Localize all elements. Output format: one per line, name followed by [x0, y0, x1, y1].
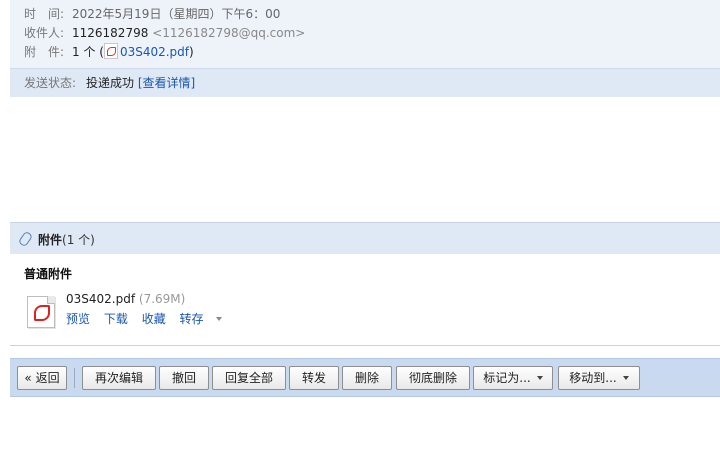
- preview-link[interactable]: 预览: [66, 312, 90, 326]
- time-label: 时 间:: [24, 7, 65, 21]
- attachments-title-text: 附件: [38, 233, 63, 247]
- reply-all-button[interactable]: 回复全部: [212, 366, 286, 390]
- attachments-title: 附件(1 个): [38, 231, 95, 248]
- status-label: 发送状态:: [24, 76, 77, 90]
- attachment-file-size: (7.69M): [138, 292, 186, 306]
- send-status-bar: 发送状态: 投递成功 [查看详情]: [10, 68, 720, 98]
- attachment-file-link[interactable]: 03S402.pdf: [120, 45, 189, 59]
- move-to-label: 移动到...: [569, 371, 617, 385]
- chevron-down-icon: [215, 317, 222, 321]
- time-value: 2022年5月19日（星期四）下午6：00: [72, 7, 281, 21]
- chevron-down-icon: [536, 376, 543, 380]
- favorite-link[interactable]: 收藏: [142, 312, 166, 326]
- time-row: 时 间: 2022年5月19日（星期四）下午6：00: [24, 5, 280, 23]
- mail-body: [10, 97, 720, 221]
- delete-button[interactable]: 删除: [342, 366, 392, 390]
- chevron-down-icon: [622, 376, 629, 380]
- save-to-label: 转存: [179, 312, 204, 326]
- toolbar-divider: [74, 368, 75, 388]
- mark-as-label: 标记为...: [483, 371, 531, 385]
- back-button[interactable]: « 返回: [17, 366, 67, 390]
- attachments-panel: 普通附件 03S402.pdf (7.69M) 预览 下载 收藏 转存: [10, 254, 720, 346]
- attachment-row: 附 件: 1 个 ( 03S402.pdf): [24, 43, 194, 61]
- pdf-icon: [103, 43, 118, 59]
- delete-permanently-button[interactable]: 彻底删除: [396, 366, 470, 390]
- attachment-count: 1 个 (: [72, 45, 104, 59]
- save-to-link[interactable]: 转存: [180, 312, 232, 326]
- recall-button[interactable]: 撤回: [159, 366, 209, 390]
- attachment-actions: 预览 下载 收藏 转存: [66, 310, 242, 327]
- status-row: 发送状态: 投递成功 [查看详情]: [24, 74, 195, 92]
- recipient-row: 收件人: 1126182798 <1126182798@qq.com>: [24, 24, 305, 42]
- edit-again-button[interactable]: 再次编辑: [82, 366, 156, 390]
- attachment-file-entry: 03S402.pdf (7.69M): [66, 292, 185, 306]
- recipient-email[interactable]: <1126182798@qq.com>: [152, 26, 305, 40]
- recipient-label: 收件人:: [24, 26, 65, 40]
- attachments-count: (1 个): [62, 233, 95, 247]
- view-details-link[interactable]: [查看详情]: [138, 76, 195, 90]
- forward-button[interactable]: 转发: [289, 366, 339, 390]
- normal-attachments-title: 普通附件: [24, 267, 73, 281]
- attachments-header: 附件(1 个): [10, 222, 720, 254]
- attachment-close: ): [189, 45, 194, 59]
- status-value: 投递成功: [86, 76, 135, 90]
- mail-header: 时 间: 2022年5月19日（星期四）下午6：00 收件人: 1126182798…: [10, 0, 720, 68]
- paperclip-icon: [17, 230, 34, 248]
- attachment-file-name[interactable]: 03S402.pdf: [66, 292, 135, 306]
- move-to-dropdown[interactable]: 移动到...: [558, 366, 640, 390]
- pdf-file-icon[interactable]: [27, 296, 55, 328]
- mark-as-dropdown[interactable]: 标记为...: [473, 366, 553, 390]
- mail-toolbar: « 返回 再次编辑 撤回 回复全部 转发 删除 彻底删除 标记为... 移动到.…: [10, 358, 720, 397]
- recipient-name[interactable]: 1126182798: [72, 26, 148, 40]
- attachment-label: 附 件:: [24, 45, 65, 59]
- download-link[interactable]: 下载: [104, 312, 128, 326]
